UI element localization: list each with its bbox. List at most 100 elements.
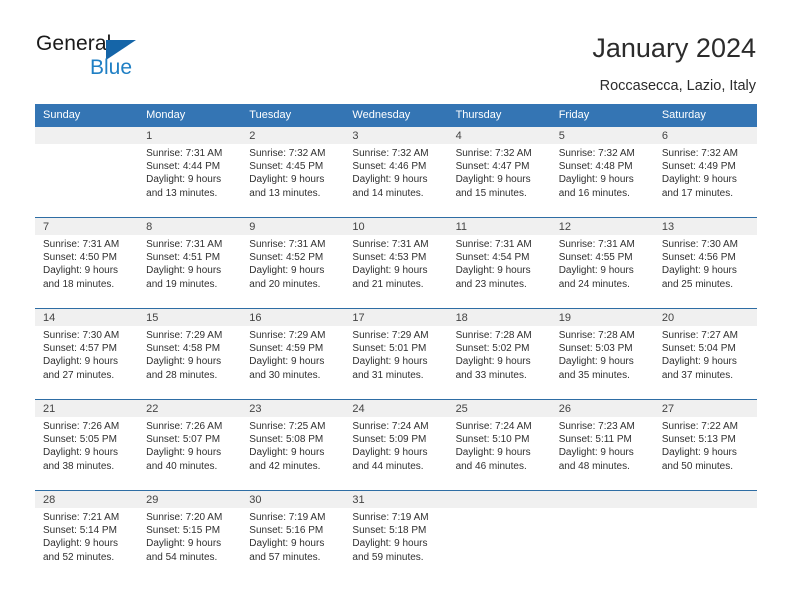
day-cell[interactable]: 12 Sunrise: 7:31 AM Sunset: 4:55 PM Dayl… [550,217,654,309]
daylight-text-line1: Daylight: 9 hours [558,447,634,459]
sunrise-text: Sunrise: 7:31 AM [352,239,429,250]
sunrise-text: Sunrise: 7:31 AM [146,148,223,159]
day-details: Sunrise: 7:22 AM Sunset: 5:13 PM Dayligh… [654,417,757,473]
day-cell[interactable]: 5 Sunrise: 7:32 AM Sunset: 4:48 PM Dayli… [550,127,654,218]
day-details: Sunrise: 7:30 AM Sunset: 4:56 PM Dayligh… [654,235,757,291]
daylight-text-line2: and 54 minutes. [146,551,218,563]
day-cell[interactable]: 10 Sunrise: 7:31 AM Sunset: 4:53 PM Dayl… [344,217,448,309]
day-cell[interactable]: 29 Sunrise: 7:20 AM Sunset: 5:15 PM Dayl… [138,490,242,581]
day-cell[interactable]: 4 Sunrise: 7:32 AM Sunset: 4:47 PM Dayli… [447,127,551,218]
sunrise-text: Sunrise: 7:30 AM [43,330,120,341]
day-cell[interactable]: 22 Sunrise: 7:26 AM Sunset: 5:07 PM Dayl… [138,399,242,491]
daylight-text-line1: Daylight: 9 hours [455,174,531,186]
day-number: 9 [241,218,345,235]
day-cell[interactable]: 2 Sunrise: 7:32 AM Sunset: 4:45 PM Dayli… [241,127,345,218]
day-cell[interactable]: 13 Sunrise: 7:30 AM Sunset: 4:56 PM Dayl… [653,217,757,309]
week-row: 21 Sunrise: 7:26 AM Sunset: 5:05 PM Dayl… [35,399,757,491]
daylight-text-line1: Daylight: 9 hours [249,356,325,368]
day-number: 29 [138,491,242,508]
daylight-text-line2: and 48 minutes. [558,460,630,472]
day-number: 11 [447,218,551,235]
day-cell[interactable]: 21 Sunrise: 7:26 AM Sunset: 5:05 PM Dayl… [35,399,139,491]
day-details: Sunrise: 7:20 AM Sunset: 5:15 PM Dayligh… [138,508,241,564]
day-cell[interactable]: 1 Sunrise: 7:31 AM Sunset: 4:44 PM Dayli… [138,127,242,218]
sunrise-text: Sunrise: 7:32 AM [249,148,326,159]
day-cell[interactable]: 20 Sunrise: 7:27 AM Sunset: 5:04 PM Dayl… [653,308,757,400]
day-cell[interactable]: 3 Sunrise: 7:32 AM Sunset: 4:46 PM Dayli… [344,127,448,218]
day-details: Sunrise: 7:29 AM Sunset: 4:58 PM Dayligh… [138,326,241,382]
day-cell[interactable]: 23 Sunrise: 7:25 AM Sunset: 5:08 PM Dayl… [241,399,345,491]
daylight-text-line2: and 21 minutes. [352,278,424,290]
day-number: 15 [138,309,242,326]
day-number: 10 [344,218,448,235]
daylight-text-line1: Daylight: 9 hours [558,174,634,186]
daylight-text-line1: Daylight: 9 hours [146,447,222,459]
week-row: 1 Sunrise: 7:31 AM Sunset: 4:44 PM Dayli… [35,127,757,218]
day-cell[interactable] [550,490,654,581]
day-number: 31 [344,491,448,508]
weekday-header-tuesday: Tuesday [241,104,345,127]
weekday-header-wednesday: Wednesday [344,104,448,127]
week-row: 14 Sunrise: 7:30 AM Sunset: 4:57 PM Dayl… [35,308,757,400]
sunrise-text: Sunrise: 7:26 AM [146,421,223,432]
daylight-text-line2: and 23 minutes. [455,278,527,290]
general-blue-logo[interactable]: General Blue [36,32,236,84]
day-cell[interactable]: 15 Sunrise: 7:29 AM Sunset: 4:58 PM Dayl… [138,308,242,400]
day-cell[interactable] [35,127,139,218]
day-number: 5 [550,127,654,144]
day-details: Sunrise: 7:28 AM Sunset: 5:02 PM Dayligh… [448,326,551,382]
day-cell[interactable] [447,490,551,581]
day-cell[interactable]: 27 Sunrise: 7:22 AM Sunset: 5:13 PM Dayl… [653,399,757,491]
weekday-header-sunday: Sunday [35,104,139,127]
page-header: General Blue January 2024 Roccasecca, La… [0,0,792,96]
sunset-text: Sunset: 5:11 PM [558,434,632,446]
day-details [654,508,757,511]
day-cell[interactable]: 30 Sunrise: 7:19 AM Sunset: 5:16 PM Dayl… [241,490,345,581]
day-details: Sunrise: 7:32 AM Sunset: 4:46 PM Dayligh… [344,144,447,200]
day-cell[interactable]: 14 Sunrise: 7:30 AM Sunset: 4:57 PM Dayl… [35,308,139,400]
sunrise-text: Sunrise: 7:26 AM [43,421,120,432]
daylight-text-line2: and 13 minutes. [146,187,218,199]
day-number: 6 [653,127,757,144]
daylight-text-line1: Daylight: 9 hours [146,356,222,368]
day-cell[interactable]: 26 Sunrise: 7:23 AM Sunset: 5:11 PM Dayl… [550,399,654,491]
sunrise-text: Sunrise: 7:25 AM [249,421,326,432]
day-cell[interactable] [653,490,757,581]
day-cell[interactable]: 7 Sunrise: 7:31 AM Sunset: 4:50 PM Dayli… [35,217,139,309]
daylight-text-line2: and 59 minutes. [352,551,424,563]
day-cell[interactable]: 6 Sunrise: 7:32 AM Sunset: 4:49 PM Dayli… [653,127,757,218]
day-details: Sunrise: 7:31 AM Sunset: 4:53 PM Dayligh… [344,235,447,291]
sunrise-text: Sunrise: 7:31 AM [558,239,635,250]
sunset-text: Sunset: 5:09 PM [352,434,427,446]
daylight-text-line2: and 28 minutes. [146,369,218,381]
sunrise-text: Sunrise: 7:31 AM [146,239,223,250]
daylight-text-line1: Daylight: 9 hours [558,356,634,368]
sunrise-text: Sunrise: 7:19 AM [249,512,326,523]
day-cell[interactable]: 31 Sunrise: 7:19 AM Sunset: 5:18 PM Dayl… [344,490,448,581]
sunrise-text: Sunrise: 7:24 AM [455,421,532,432]
day-cell[interactable]: 16 Sunrise: 7:29 AM Sunset: 4:59 PM Dayl… [241,308,345,400]
day-cell[interactable]: 18 Sunrise: 7:28 AM Sunset: 5:02 PM Dayl… [447,308,551,400]
weekday-header-friday: Friday [550,104,654,127]
day-details: Sunrise: 7:19 AM Sunset: 5:18 PM Dayligh… [344,508,447,564]
day-cell[interactable]: 17 Sunrise: 7:29 AM Sunset: 5:01 PM Dayl… [344,308,448,400]
sunset-text: Sunset: 4:49 PM [661,161,736,173]
sunset-text: Sunset: 4:46 PM [352,161,427,173]
daylight-text-line1: Daylight: 9 hours [352,538,428,550]
day-cell[interactable]: 25 Sunrise: 7:24 AM Sunset: 5:10 PM Dayl… [447,399,551,491]
location-subtitle: Roccasecca, Lazio, Italy [599,78,756,94]
day-details: Sunrise: 7:32 AM Sunset: 4:48 PM Dayligh… [551,144,654,200]
day-cell[interactable]: 19 Sunrise: 7:28 AM Sunset: 5:03 PM Dayl… [550,308,654,400]
day-cell[interactable]: 28 Sunrise: 7:21 AM Sunset: 5:14 PM Dayl… [35,490,139,581]
day-details: Sunrise: 7:31 AM Sunset: 4:44 PM Dayligh… [138,144,241,200]
daylight-text-line2: and 46 minutes. [455,460,527,472]
daylight-text-line1: Daylight: 9 hours [558,265,634,277]
page-title: January 2024 [592,33,756,63]
day-cell[interactable]: 24 Sunrise: 7:24 AM Sunset: 5:09 PM Dayl… [344,399,448,491]
day-cell[interactable]: 8 Sunrise: 7:31 AM Sunset: 4:51 PM Dayli… [138,217,242,309]
day-details [35,144,138,147]
sunrise-text: Sunrise: 7:19 AM [352,512,429,523]
weekday-header-thursday: Thursday [447,104,551,127]
day-cell[interactable]: 9 Sunrise: 7:31 AM Sunset: 4:52 PM Dayli… [241,217,345,309]
day-cell[interactable]: 11 Sunrise: 7:31 AM Sunset: 4:54 PM Dayl… [447,217,551,309]
